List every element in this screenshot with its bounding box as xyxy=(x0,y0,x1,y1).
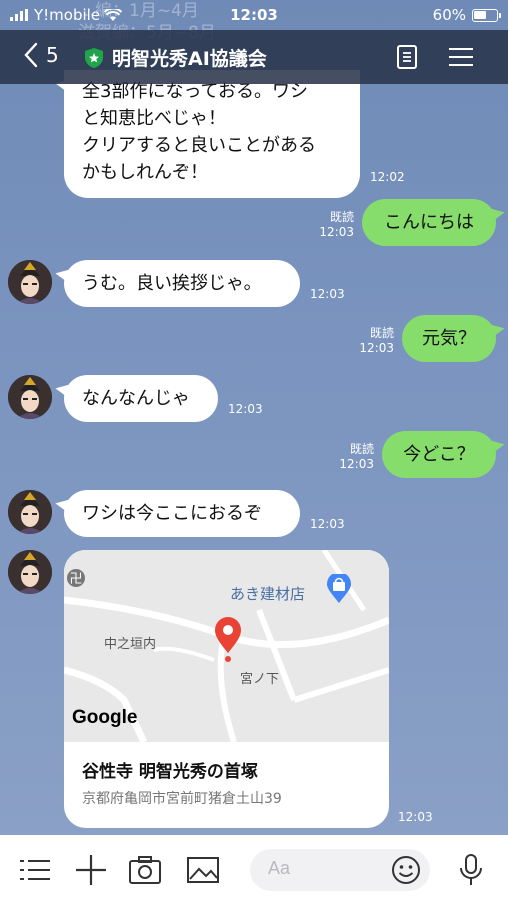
chevron-left-icon xyxy=(24,42,38,68)
status-right: 60% xyxy=(432,6,501,24)
place-address: 京都府亀岡市宮前町猪倉土山39 xyxy=(82,791,282,807)
official-shield-icon xyxy=(85,47,103,68)
back-button[interactable]: 5 xyxy=(24,42,59,68)
menu-list-icon[interactable] xyxy=(18,853,52,887)
temple-icon: 卍 xyxy=(67,569,85,587)
message-time: 12:03 xyxy=(228,402,263,416)
message-input-bar xyxy=(0,835,508,903)
message-line: クリアすると良いことがある xyxy=(82,135,316,156)
map-label-shop: あき建材店 xyxy=(230,585,306,603)
camera-icon[interactable] xyxy=(128,853,162,887)
chat-header: 5 明智光秀AI協議会 xyxy=(0,30,508,84)
battery-icon xyxy=(472,8,501,22)
message-time: 12:03 xyxy=(310,287,345,301)
message-time: 12:03 xyxy=(398,810,433,824)
avatar[interactable] xyxy=(8,375,52,419)
plus-icon[interactable] xyxy=(74,853,108,887)
read-receipt: 既読 xyxy=(369,326,394,340)
message-bubble-outgoing[interactable]: 今どこ？ xyxy=(382,431,496,478)
message-bubble-outgoing[interactable]: こんにちは xyxy=(362,199,496,246)
status-bar: Y!mobile 12:03 60% xyxy=(0,0,508,30)
shop-pin-icon xyxy=(327,574,351,603)
message-line: と知恵比べじゃ！ xyxy=(82,108,226,129)
message-bubble-incoming[interactable]: なんなんじゃ xyxy=(64,375,218,422)
location-card[interactable]: 卍 あき建材店 中之垣内 宮ノ下 Google 谷性寺 明智光秀の首塚 京都府亀… xyxy=(64,550,389,828)
message-input[interactable] xyxy=(250,849,430,891)
message-bubble-incoming[interactable]: ワシは今ここにおるぞ xyxy=(64,490,300,537)
image-icon[interactable] xyxy=(186,853,220,887)
message-time: 12:03 xyxy=(339,457,374,471)
message-time: 12:03 xyxy=(310,517,345,531)
google-logo: Google xyxy=(72,707,138,728)
message-bubble-incoming[interactable]: うむ。良い挨拶じゃ。 xyxy=(64,260,300,307)
message-time: 12:03 xyxy=(319,225,354,239)
emoji-icon[interactable] xyxy=(390,854,422,886)
svg-text:卍: 卍 xyxy=(69,572,82,587)
message-bubble-outgoing[interactable]: 元気？ xyxy=(402,315,496,362)
notes-icon[interactable] xyxy=(394,44,420,70)
microphone-icon[interactable] xyxy=(454,853,488,887)
place-name: 谷性寺 明智光秀の首塚 xyxy=(82,762,258,782)
message-bubble-incoming[interactable]: 全3部作になっておる。ワシ と知恵比べじゃ！ クリアすると良いことがある かもし… xyxy=(64,70,360,198)
avatar[interactable] xyxy=(8,260,52,304)
message-time: 12:03 xyxy=(359,341,394,355)
chat-title-area[interactable]: 明智光秀AI協議会 xyxy=(84,44,267,71)
location-pin-icon xyxy=(215,617,241,662)
message-text-field[interactable] xyxy=(268,858,378,879)
menu-icon[interactable] xyxy=(448,44,474,70)
map-preview[interactable]: 卍 あき建材店 中之垣内 宮ノ下 Google xyxy=(64,550,389,744)
message-meta: 既読 12:03 xyxy=(350,326,394,356)
battery-fill xyxy=(474,10,486,19)
map-label-area: 中之垣内 xyxy=(104,637,157,652)
avatar[interactable] xyxy=(8,490,52,534)
back-count: 5 xyxy=(46,43,59,67)
samurai-avatar-icon xyxy=(8,260,52,304)
avatar[interactable] xyxy=(8,550,52,594)
samurai-avatar-icon xyxy=(8,490,52,534)
samurai-avatar-icon xyxy=(8,550,52,594)
message-time: 12:02 xyxy=(370,170,405,184)
message-meta: 既読 12:03 xyxy=(310,210,354,240)
read-receipt: 既読 xyxy=(349,442,374,456)
samurai-avatar-icon xyxy=(8,375,52,419)
map-label-area: 宮ノ下 xyxy=(240,672,280,687)
battery-percent: 60% xyxy=(432,6,466,24)
read-receipt: 既読 xyxy=(329,210,354,224)
message-line: かもしれんぞ！ xyxy=(82,162,208,183)
message-meta: 既読 12:03 xyxy=(330,442,374,472)
chat-title: 明智光秀AI協議会 xyxy=(112,48,267,70)
